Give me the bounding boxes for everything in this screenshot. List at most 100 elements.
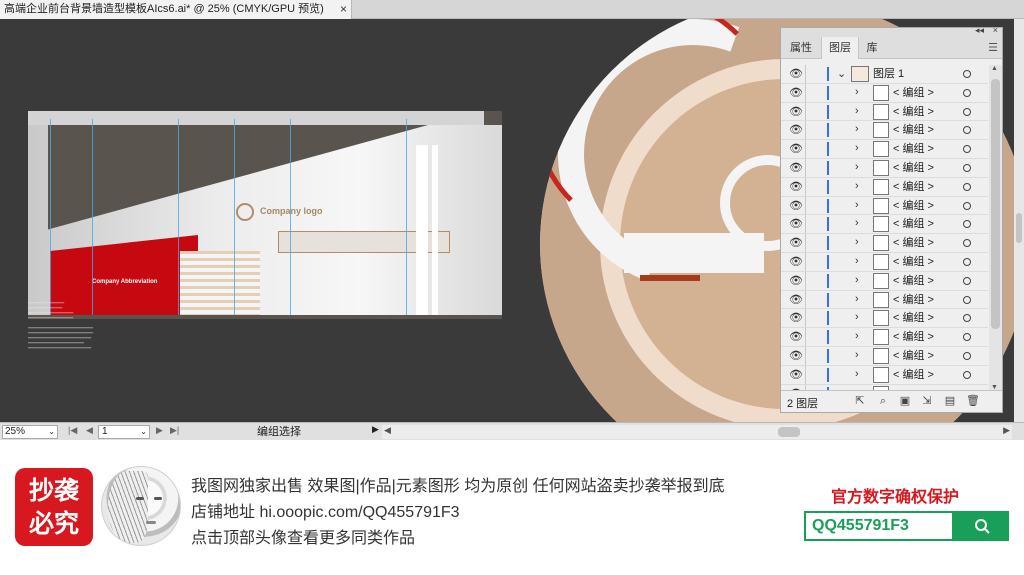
chevron-right-icon[interactable]: ›: [855, 105, 859, 117]
eye-icon[interactable]: 👁: [789, 256, 803, 268]
target-circle-icon[interactable]: [963, 257, 971, 266]
target-circle-icon[interactable]: [963, 88, 971, 97]
layer-row[interactable]: 👁 › < 编组 >: [781, 271, 988, 291]
chevron-right-icon[interactable]: ›: [855, 180, 859, 192]
chevron-right-icon[interactable]: ›: [855, 199, 859, 211]
target-circle-icon[interactable]: [963, 145, 971, 154]
layer-name[interactable]: 图层 1: [873, 68, 904, 81]
chevron-right-icon[interactable]: ›: [855, 142, 859, 154]
layer-name[interactable]: < 编组 >: [893, 275, 934, 288]
layer-row[interactable]: 👁 › < 编组 >: [781, 252, 988, 272]
trash-icon[interactable]: 🗑: [966, 394, 980, 408]
target-circle-icon[interactable]: [963, 163, 971, 172]
chevron-right-icon[interactable]: ›: [855, 123, 859, 135]
layer-row[interactable]: 👁 › < 编组 >: [781, 215, 988, 235]
chevron-right-icon[interactable]: ›: [855, 368, 859, 380]
layer-name[interactable]: < 编组 >: [893, 237, 934, 250]
layer-name[interactable]: < 编组 >: [893, 312, 934, 325]
target-circle-icon[interactable]: [963, 201, 971, 210]
layer-name[interactable]: < 编组 >: [893, 124, 934, 137]
chevron-right-icon[interactable]: ›: [855, 274, 859, 286]
zoom-select[interactable]: 25% ⌄: [2, 425, 58, 439]
chevron-down-icon[interactable]: ⌄: [48, 426, 55, 438]
chevron-right-icon[interactable]: ›: [855, 349, 859, 361]
layer-row[interactable]: 👁 › < 编组 >: [781, 196, 988, 216]
layer-row[interactable]: 👁 › < 编组 >: [781, 140, 988, 159]
layer-name[interactable]: < 编组 >: [893, 331, 934, 344]
chevron-right-icon[interactable]: ›: [855, 311, 859, 323]
scrollbar-thumb[interactable]: [778, 427, 800, 437]
layer-row[interactable]: 👁 › < 编组 >: [781, 121, 988, 141]
last-artboard-icon[interactable]: ▶|: [170, 425, 179, 436]
target-circle-icon[interactable]: [963, 351, 971, 360]
layer-list[interactable]: 👁 ⌄ 图层 1 👁 › < 编组 > 👁 › < 编组 > 👁 › < 编组 > 👁 › < 编组 …: [781, 65, 988, 391]
canvas-horizontal-scrollbar[interactable]: ◀ ▶: [382, 425, 1012, 439]
target-circle-icon[interactable]: [963, 314, 971, 323]
locate-search-icon[interactable]: ⌕: [876, 394, 890, 408]
layer-name[interactable]: < 编组 >: [893, 218, 934, 231]
layer-row[interactable]: 👁 › < 编组 >: [781, 365, 988, 385]
tab-layers[interactable]: 图层: [821, 37, 859, 59]
eye-icon[interactable]: 👁: [789, 143, 803, 155]
layer-name[interactable]: < 编组 >: [893, 143, 934, 156]
layer-name[interactable]: < 编组 >: [893, 369, 934, 382]
target-circle-icon[interactable]: [963, 220, 971, 229]
export-icon[interactable]: ⇱: [853, 394, 867, 408]
eye-icon[interactable]: 👁: [789, 350, 803, 362]
scroll-right-icon[interactable]: ▶: [1003, 425, 1010, 436]
new-sublayer-icon[interactable]: ⇲: [920, 394, 934, 408]
close-panel-icon[interactable]: ×: [993, 25, 998, 35]
layer-row[interactable]: 👁 › < 编组 >: [781, 328, 988, 347]
layer-row[interactable]: 👁 › < 编组 >: [781, 102, 988, 122]
chevron-right-icon[interactable]: ›: [855, 217, 859, 229]
eye-icon[interactable]: 👁: [789, 312, 803, 324]
layer-name[interactable]: < 编组 >: [893, 87, 934, 100]
previous-artboard-icon[interactable]: ◀: [86, 425, 93, 436]
eye-icon[interactable]: 👁: [789, 181, 803, 193]
chevron-down-icon[interactable]: ⌄: [140, 426, 147, 438]
document-tab[interactable]: 高端企业前台背景墙造型模板AIcs6.ai* @ 25% (CMYK/GPU 预…: [0, 0, 352, 19]
layer-name[interactable]: < 编组 >: [893, 162, 934, 175]
eye-icon[interactable]: 👁: [789, 275, 803, 287]
layer-row[interactable]: 👁 › < 编组 >: [781, 234, 988, 253]
scroll-left-icon[interactable]: ◀: [384, 425, 391, 436]
layer-name[interactable]: < 编组 >: [893, 294, 934, 307]
target-circle-icon[interactable]: [963, 182, 971, 191]
play-icon[interactable]: ▶: [372, 424, 379, 435]
next-artboard-icon[interactable]: ▶: [156, 425, 163, 436]
scroll-up-icon[interactable]: ▲: [991, 65, 998, 72]
eye-icon[interactable]: 👁: [789, 68, 803, 80]
chevron-right-icon[interactable]: ›: [855, 236, 859, 248]
tab-libraries[interactable]: 库: [861, 37, 883, 59]
layer-name[interactable]: < 编组 >: [893, 350, 934, 363]
eye-icon[interactable]: 👁: [789, 124, 803, 136]
chevron-down-icon[interactable]: ⌄: [837, 67, 846, 80]
chevron-right-icon[interactable]: ›: [855, 293, 859, 305]
banner-line-2[interactable]: 店铺地址 hi.ooopic.com/QQ455791F3: [191, 498, 460, 522]
first-artboard-icon[interactable]: |◀: [68, 425, 77, 436]
qq-field[interactable]: QQ455791F3: [804, 511, 954, 541]
eye-icon[interactable]: 👁: [789, 200, 803, 212]
eye-icon[interactable]: 👁: [789, 237, 803, 249]
layers-scrollbar[interactable]: ▲ ▼: [989, 65, 1002, 391]
eye-icon[interactable]: 👁: [789, 369, 803, 381]
eye-icon[interactable]: 👁: [789, 162, 803, 174]
chevron-right-icon[interactable]: ›: [855, 86, 859, 98]
target-circle-icon[interactable]: [963, 370, 971, 379]
layer-name[interactable]: < 编组 >: [893, 106, 934, 119]
eye-icon[interactable]: 👁: [789, 294, 803, 306]
layer-row[interactable]: 👁 › < 编组 >: [781, 290, 988, 310]
target-circle-icon[interactable]: [963, 70, 971, 78]
current-tool-status[interactable]: 编组选择: [257, 425, 301, 439]
chevron-right-icon[interactable]: ›: [855, 330, 859, 342]
close-tab-button[interactable]: ×: [340, 0, 347, 18]
target-circle-icon[interactable]: [963, 239, 971, 248]
layer-row[interactable]: 👁 › < 编组 >: [781, 309, 988, 329]
layer-row[interactable]: 👁 › < 编组 >: [781, 346, 988, 366]
eye-icon[interactable]: 👁: [789, 331, 803, 343]
avatar[interactable]: [101, 466, 181, 546]
target-circle-icon[interactable]: [963, 333, 971, 342]
layer-row-top[interactable]: 👁 ⌄ 图层 1: [781, 65, 988, 84]
eye-icon[interactable]: 👁: [789, 106, 803, 118]
chevron-right-icon[interactable]: ›: [855, 255, 859, 267]
